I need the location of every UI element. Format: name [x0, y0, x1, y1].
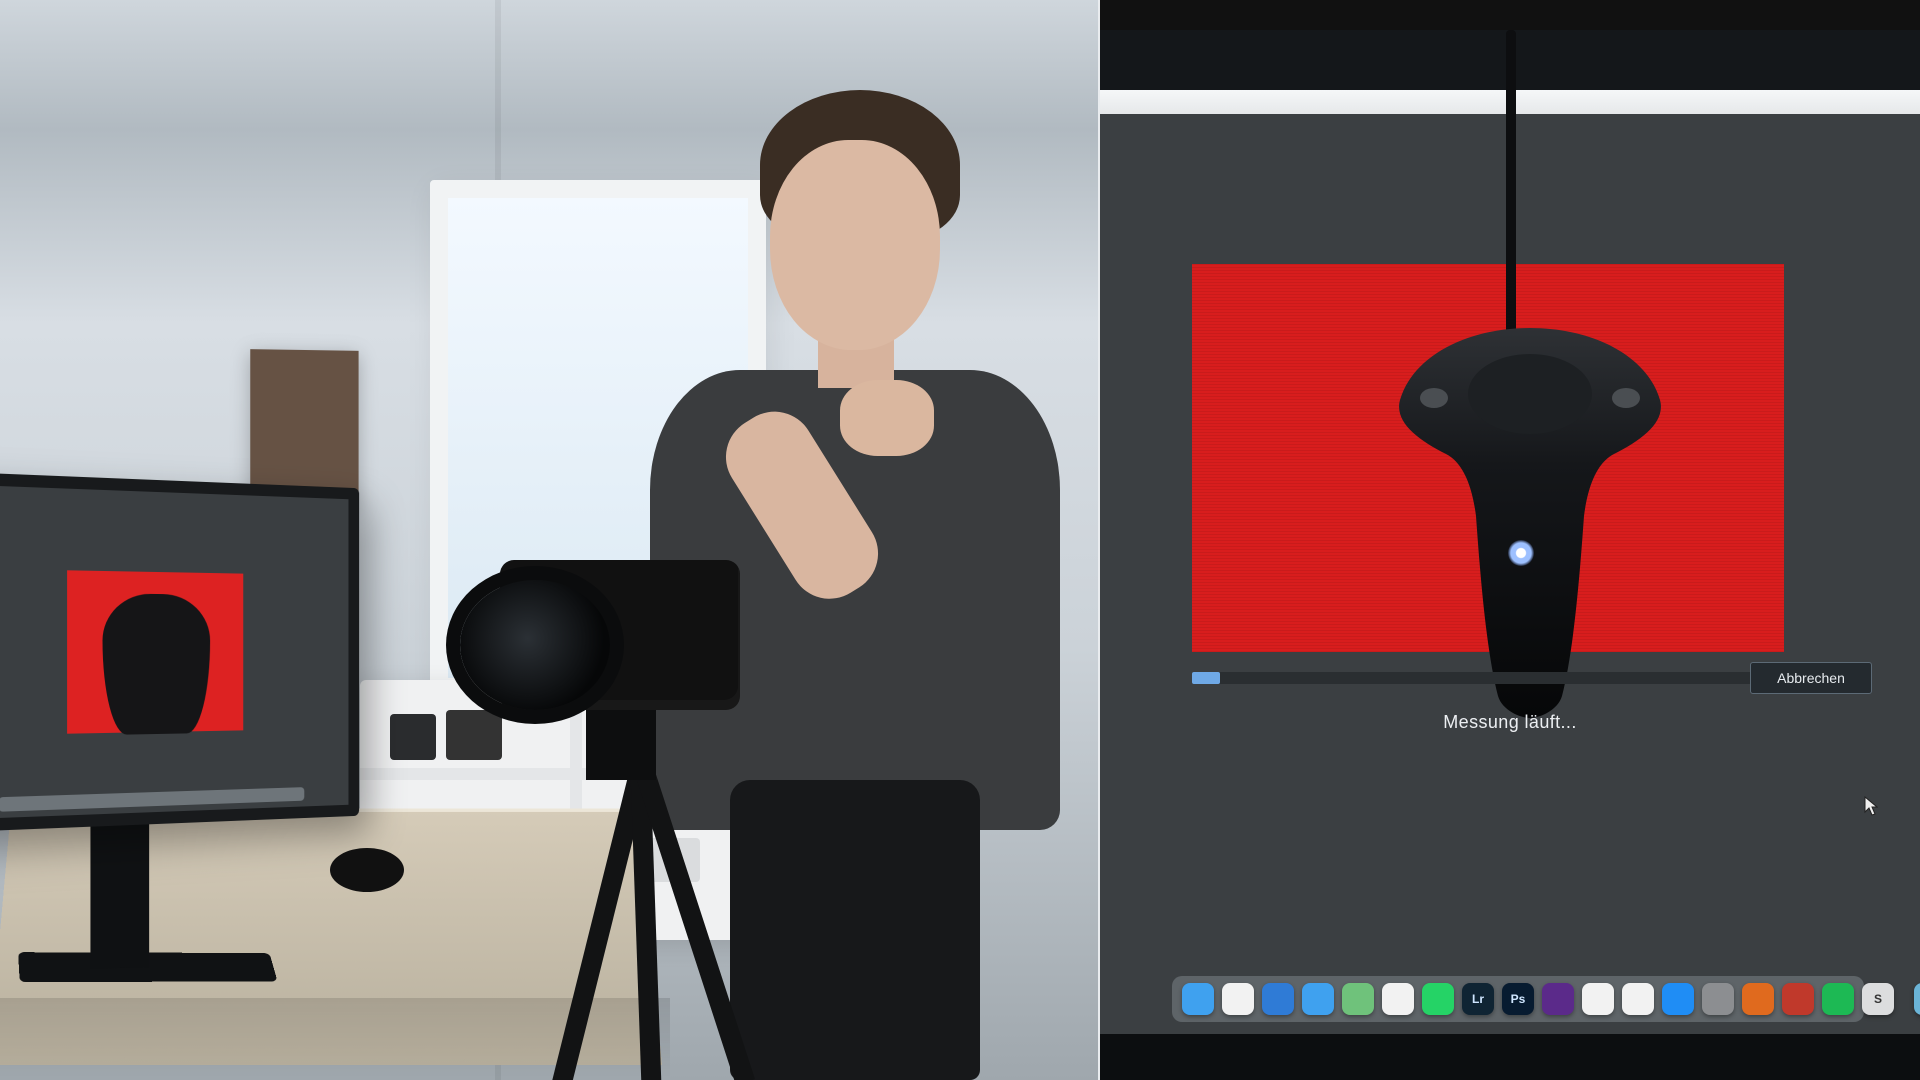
mouse-cursor-icon — [1864, 796, 1878, 816]
folder-icon-1[interactable] — [1914, 983, 1920, 1015]
camera-lens — [460, 580, 610, 710]
desk-mouse — [330, 848, 404, 892]
tool-icon-3[interactable]: S — [1862, 983, 1894, 1015]
maps-icon[interactable] — [1342, 983, 1374, 1015]
reminders-icon[interactable] — [1382, 983, 1414, 1015]
lightroom-icon[interactable]: Lr — [1462, 983, 1494, 1015]
safari-icon[interactable] — [1262, 983, 1294, 1015]
mail-icon[interactable] — [1302, 983, 1334, 1015]
right-screen-panel: Abbrechen Messung läuft... LrPsS — [1100, 0, 1920, 1080]
photoshop-icon[interactable]: Ps — [1502, 983, 1534, 1015]
dock-small — [0, 787, 304, 812]
monitor-screen — [0, 484, 348, 820]
finder-icon[interactable] — [1182, 983, 1214, 1015]
progress-bar-track — [1192, 672, 1790, 684]
colorimeter-device — [1390, 320, 1670, 720]
presenter-head — [770, 140, 940, 350]
progress-bar-fill — [1192, 672, 1220, 684]
calendar-icon[interactable] — [1222, 983, 1254, 1015]
left-photo-panel — [0, 0, 1100, 1080]
shelf-item — [446, 710, 502, 760]
colorimeter-small — [103, 593, 211, 735]
appstore-icon[interactable] — [1662, 983, 1694, 1015]
firefox-icon[interactable] — [1742, 983, 1774, 1015]
photos-icon[interactable] — [1582, 983, 1614, 1015]
imovie-icon[interactable] — [1542, 983, 1574, 1015]
status-text: Messung läuft... — [1100, 712, 1920, 733]
macos-dock[interactable]: LrPsS — [1172, 976, 1864, 1022]
monitor-on-desk — [0, 471, 359, 833]
presenter-hand — [840, 380, 934, 456]
tool-icon-1[interactable] — [1702, 983, 1734, 1015]
calibration-swatch-small — [67, 570, 243, 733]
presenter-pants — [730, 780, 980, 1080]
shelf-item — [390, 714, 436, 760]
itunes-icon[interactable] — [1622, 983, 1654, 1015]
colorimeter-cable — [1506, 30, 1516, 354]
cancel-button[interactable]: Abbrechen — [1750, 662, 1872, 694]
whatsapp-icon[interactable] — [1422, 983, 1454, 1015]
tool-icon-2[interactable] — [1782, 983, 1814, 1015]
split-layout: Abbrechen Messung läuft... LrPsS — [0, 0, 1920, 1080]
tripod-head — [586, 700, 656, 780]
monitor-bezel-bottom — [1100, 1034, 1920, 1080]
colorimeter-led — [1508, 540, 1534, 566]
spotify-icon[interactable] — [1822, 983, 1854, 1015]
